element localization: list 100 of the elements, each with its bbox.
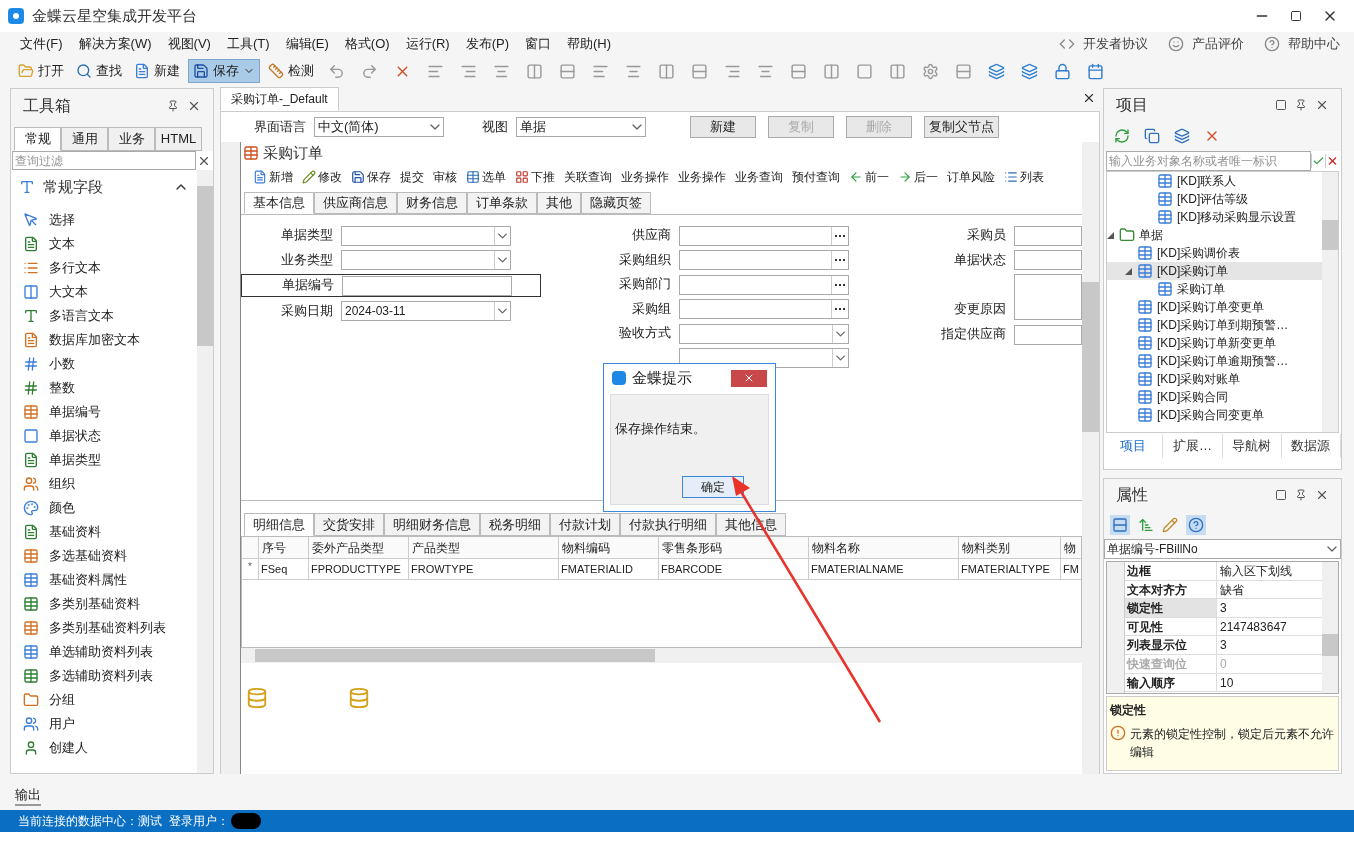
tab[interactable]: 财务信息 <box>397 192 467 214</box>
property-name[interactable]: 输入顺序 <box>1125 673 1217 692</box>
toolbar-button[interactable]: 订单风险 <box>947 168 995 186</box>
menu-link[interactable]: 帮助中心 <box>1288 34 1340 54</box>
toolbox-item[interactable]: 多语言文本 <box>49 306 114 326</box>
tree-item[interactable]: [KD]采购合同变更单 <box>1157 406 1265 424</box>
toolbar-button[interactable]: 检测 <box>264 59 318 83</box>
tab[interactable]: 常规 <box>14 127 61 151</box>
tree-item[interactable]: [KD]采购订单到期预警… <box>1157 316 1289 334</box>
tab[interactable]: 业务 <box>108 127 155 151</box>
windows-icon[interactable] <box>1144 128 1160 144</box>
tab[interactable]: 付款计划 <box>550 513 620 536</box>
toolbox-item[interactable]: 单据状态 <box>49 426 101 446</box>
toolbar-button[interactable]: 关联查询 <box>564 168 612 186</box>
menu-link[interactable]: 产品评价 <box>1192 34 1244 54</box>
toolbar-button[interactable]: 提交 <box>400 168 424 186</box>
text-area[interactable] <box>1014 274 1082 320</box>
property-name[interactable]: 可见性 <box>1125 617 1217 636</box>
close-icon[interactable] <box>1315 488 1329 502</box>
toolbar-button[interactable]: 列表 <box>1004 168 1044 186</box>
menu-item[interactable]: 解决方案(W) <box>70 34 160 54</box>
tab[interactable]: 付款执行明细 <box>620 513 716 536</box>
menu-item[interactable]: 编辑(E) <box>277 34 337 54</box>
toolbox-item[interactable]: 基础资料 <box>49 522 101 542</box>
group-header[interactable]: 常规字段 <box>11 170 197 204</box>
button[interactable]: 复制父节点 <box>924 116 999 138</box>
layers-icon[interactable] <box>1021 62 1038 80</box>
toolbar-button[interactable]: 后一 <box>898 168 938 186</box>
spacing-icon[interactable] <box>526 62 543 80</box>
spacing-icon[interactable] <box>559 62 576 80</box>
filter-field[interactable]: 查询过滤 <box>12 151 196 170</box>
refresh-icon[interactable] <box>1114 128 1130 144</box>
document-tab[interactable]: 采购订单-_Default <box>220 87 339 111</box>
tab[interactable]: 订单条款 <box>467 192 537 214</box>
gear-icon[interactable] <box>922 62 939 80</box>
sort-icon[interactable] <box>1138 517 1154 533</box>
toolbox-item[interactable]: 单据类型 <box>49 450 101 470</box>
menu-item[interactable]: 帮助(H) <box>559 34 620 54</box>
spacing-icon[interactable] <box>889 62 906 80</box>
input-field[interactable] <box>1014 324 1082 345</box>
tab[interactable]: 基本信息 <box>244 192 314 214</box>
property-name[interactable]: 文本对齐方 <box>1125 580 1217 599</box>
toolbox-item[interactable]: 基础资料属性 <box>49 570 127 590</box>
output-tab[interactable]: 输出 <box>15 784 41 806</box>
menu-item[interactable]: 发布(P) <box>457 34 517 54</box>
menu-item[interactable]: 文件(F) <box>12 34 71 54</box>
pin-icon[interactable] <box>167 100 179 112</box>
toolbox-item[interactable]: 数据库加密文本 <box>49 330 140 350</box>
rows-icon[interactable] <box>955 62 972 80</box>
menu-item[interactable]: 运行(R) <box>397 34 458 54</box>
calendar-icon[interactable] <box>1087 62 1104 80</box>
menu-link[interactable]: 开发者协议 <box>1083 34 1148 54</box>
tree-item[interactable]: [KD]采购合同 <box>1157 388 1229 406</box>
toolbox-item[interactable]: 选择 <box>49 210 75 230</box>
object-dropdown[interactable]: 单据编号-FBillNo <box>1104 539 1341 559</box>
tree-item[interactable]: [KD]移动采购显示设置 <box>1177 208 1297 226</box>
menu-item[interactable]: 视图(V) <box>159 34 219 54</box>
property-value[interactable]: 3 <box>1217 599 1230 617</box>
toolbar-button[interactable]: 业务查询 <box>735 168 783 186</box>
input-field[interactable] <box>679 225 849 246</box>
toolbar-button[interactable]: 保存 <box>351 168 391 186</box>
toolbox-item[interactable]: 小数 <box>49 354 75 374</box>
tab[interactable]: 税务明细 <box>480 513 550 536</box>
property-name[interactable]: 锁定性 <box>1125 599 1217 617</box>
tree-item[interactable]: [KD]联系人 <box>1177 172 1237 190</box>
tab[interactable]: 交货安排 <box>314 513 384 536</box>
toolbox-item[interactable]: 文本 <box>49 234 75 254</box>
dropdown[interactable]: 单据 <box>516 117 646 137</box>
toolbar-button[interactable]: 保存 <box>188 59 260 83</box>
expander-icon[interactable] <box>1125 267 1132 275</box>
toolbar-button[interactable]: 下推 <box>515 168 555 186</box>
property-value[interactable]: 2147483647 <box>1217 617 1290 636</box>
toolbar-button[interactable]: 业务操作 <box>678 168 726 186</box>
tab[interactable]: 导航树 <box>1222 434 1282 458</box>
tree-item[interactable]: [KD]采购订单变更单 <box>1157 298 1265 316</box>
lock-icon[interactable] <box>1054 62 1071 80</box>
tab[interactable]: 明细财务信息 <box>384 513 480 536</box>
selected-field[interactable]: 单据编号 <box>241 274 541 297</box>
tab[interactable]: 明细信息 <box>244 513 314 536</box>
toolbox-item[interactable]: 多类别基础资料 <box>49 594 140 614</box>
dropdown[interactable]: 中文(简体) <box>314 117 444 137</box>
redo-icon[interactable] <box>361 62 378 80</box>
toolbar-button[interactable]: 新建 <box>130 59 184 83</box>
tab[interactable]: 数据源 <box>1281 434 1341 458</box>
categorized-icon[interactable] <box>1110 515 1130 535</box>
toolbox-item[interactable]: 多选基础资料 <box>49 546 127 566</box>
stack-icon[interactable] <box>1174 128 1190 144</box>
toolbox-item[interactable]: 多类别基础资料列表 <box>49 618 166 638</box>
toolbar-button[interactable]: 业务操作 <box>621 168 669 186</box>
input-field[interactable] <box>679 299 849 319</box>
spacing-icon[interactable] <box>658 62 675 80</box>
input-field[interactable] <box>1014 250 1082 270</box>
toolbox-item[interactable]: 分组 <box>49 690 75 710</box>
close-button[interactable] <box>731 369 767 387</box>
spacing-icon[interactable] <box>691 62 708 80</box>
toolbox-item[interactable]: 多行文本 <box>49 258 101 278</box>
property-value[interactable]: 缺省 <box>1217 580 1247 599</box>
pin-icon[interactable] <box>1295 489 1307 501</box>
clear-icon[interactable] <box>1325 154 1339 168</box>
spacing-icon[interactable] <box>823 62 840 80</box>
